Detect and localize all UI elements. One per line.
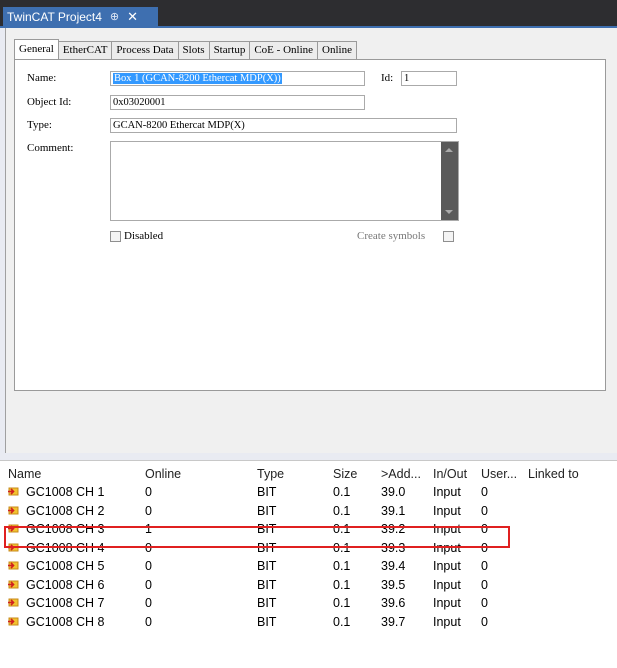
property-tabs: General EtherCAT Process Data Slots Star… <box>14 39 357 61</box>
column-header-online[interactable]: Online <box>145 467 181 481</box>
general-tab-content: Name: Box 1 (GCAN-8200 Ethercat MDP(X)) … <box>14 59 606 391</box>
variable-in-out: Input <box>433 559 461 573</box>
table-row[interactable]: GC1008 CH 7 0 BIT 0.1 39.6 Input 0 <box>0 594 617 612</box>
pin-icon[interactable]: ⊕ <box>110 10 119 23</box>
type-label: Type: <box>27 119 52 131</box>
input-variable-icon <box>8 580 19 588</box>
column-header-linked-to[interactable]: Linked to <box>528 467 579 481</box>
variable-type: BIT <box>257 503 277 518</box>
variable-address: 39.1 <box>381 503 406 518</box>
variable-user: 0 <box>481 503 488 518</box>
variable-type: BIT <box>257 577 277 592</box>
id-label: Id: <box>381 72 394 84</box>
variable-online: 0 <box>145 614 152 629</box>
comment-scrollbar[interactable] <box>441 142 458 220</box>
variable-user: 0 <box>481 485 488 499</box>
variable-name: GC1008 CH 7 <box>26 596 105 610</box>
column-header-address[interactable]: >Add... <box>381 467 421 481</box>
comment-textarea[interactable] <box>110 141 459 221</box>
variable-online: 0 <box>145 485 152 499</box>
tab-coe-online[interactable]: CoE - Online <box>249 41 319 60</box>
input-variable-icon <box>8 617 19 625</box>
variable-name: GC1008 CH 1 <box>26 485 105 499</box>
table-row[interactable]: GC1008 CH 2 0 BIT 0.1 39.1 Input 0 <box>0 502 617 520</box>
variable-size: 0.1 <box>333 577 351 592</box>
create-symbols-label: Create symbols <box>357 230 426 242</box>
variable-address: 39.7 <box>381 614 406 629</box>
disabled-checkbox[interactable] <box>110 231 121 242</box>
variables-list: Name Online Type Size >Add... In/Out Use… <box>0 460 617 668</box>
variable-type: BIT <box>257 485 277 499</box>
highlight-box <box>4 526 510 548</box>
name-field[interactable]: Box 1 (GCAN-8200 Ethercat MDP(X)) <box>110 71 365 86</box>
variable-user: 0 <box>481 614 488 629</box>
variable-in-out: Input <box>433 614 461 629</box>
variable-address: 39.6 <box>381 596 406 610</box>
close-icon[interactable]: ✕ <box>127 9 138 25</box>
table-row[interactable]: GC1008 CH 1 0 BIT 0.1 39.0 Input 0 <box>0 483 617 501</box>
create-symbols-checkbox[interactable] <box>443 231 454 242</box>
id-field[interactable]: 1 <box>401 71 457 86</box>
input-variable-icon <box>8 598 19 607</box>
variable-size: 0.1 <box>333 614 351 629</box>
column-header-size[interactable]: Size <box>333 467 357 481</box>
name-label: Name: <box>27 72 57 84</box>
name-value: Box 1 (GCAN-8200 Ethercat MDP(X)) <box>113 73 282 84</box>
tab-ethercat[interactable]: EtherCAT <box>57 41 113 60</box>
tab-process-data[interactable]: Process Data <box>111 41 179 60</box>
variable-address: 39.4 <box>381 559 406 573</box>
variable-in-out: Input <box>433 503 461 518</box>
variable-name: GC1008 CH 8 <box>26 614 105 629</box>
disabled-label: Disabled <box>124 230 164 242</box>
comment-label: Comment: <box>27 142 74 154</box>
variable-in-out: Input <box>433 596 461 610</box>
document-tab-title: TwinCAT Project4 <box>7 9 102 24</box>
tab-slots[interactable]: Slots <box>177 41 210 60</box>
table-row[interactable]: GC1008 CH 8 0 BIT 0.1 39.7 Input 0 <box>0 613 617 631</box>
scroll-down-icon[interactable] <box>445 210 453 214</box>
tab-online[interactable]: Online <box>317 41 357 60</box>
object-id-field[interactable]: 0x03020001 <box>110 95 365 110</box>
table-row[interactable]: GC1008 CH 5 0 BIT 0.1 39.4 Input 0 <box>0 557 617 575</box>
input-variable-icon <box>8 561 19 570</box>
tab-startup[interactable]: Startup <box>208 41 251 60</box>
variable-user: 0 <box>481 596 488 610</box>
column-header-user[interactable]: User... <box>481 467 517 481</box>
input-variable-icon <box>8 487 19 496</box>
variable-address: 39.5 <box>381 577 406 592</box>
document-tab[interactable]: TwinCAT Project4 ⊕ ✕ <box>3 7 158 26</box>
variable-type: BIT <box>257 596 277 610</box>
list-header: Name Online Type Size >Add... In/Out Use… <box>0 465 617 483</box>
column-header-type[interactable]: Type <box>257 467 284 481</box>
variable-size: 0.1 <box>333 596 351 610</box>
variable-in-out: Input <box>433 577 461 592</box>
variable-type: BIT <box>257 614 277 629</box>
variable-online: 0 <box>145 577 152 592</box>
variable-size: 0.1 <box>333 503 351 518</box>
table-row[interactable]: GC1008 CH 6 0 BIT 0.1 39.5 Input 0 <box>0 576 617 594</box>
variable-name: GC1008 CH 2 <box>26 503 105 518</box>
column-header-name[interactable]: Name <box>8 467 41 481</box>
variable-online: 0 <box>145 596 152 610</box>
variable-online: 0 <box>145 503 152 518</box>
document-tab-strip: TwinCAT Project4 ⊕ ✕ <box>0 0 617 28</box>
tab-general[interactable]: General <box>14 39 59 61</box>
properties-panel: General EtherCAT Process Data Slots Star… <box>5 28 617 453</box>
variable-address: 39.0 <box>381 485 406 499</box>
variable-online: 0 <box>145 559 152 573</box>
object-id-label: Object Id: <box>27 96 72 108</box>
variable-size: 0.1 <box>333 559 351 573</box>
variable-in-out: Input <box>433 485 461 499</box>
variable-type: BIT <box>257 559 277 573</box>
type-field[interactable]: GCAN-8200 Ethercat MDP(X) <box>110 118 457 133</box>
variable-size: 0.1 <box>333 485 351 499</box>
scroll-up-icon[interactable] <box>445 148 453 152</box>
variable-user: 0 <box>481 559 488 573</box>
variable-name: GC1008 CH 5 <box>26 559 105 573</box>
column-header-in-out[interactable]: In/Out <box>433 467 467 481</box>
input-variable-icon <box>8 506 19 514</box>
variable-name: GC1008 CH 6 <box>26 577 105 592</box>
variable-user: 0 <box>481 577 488 592</box>
